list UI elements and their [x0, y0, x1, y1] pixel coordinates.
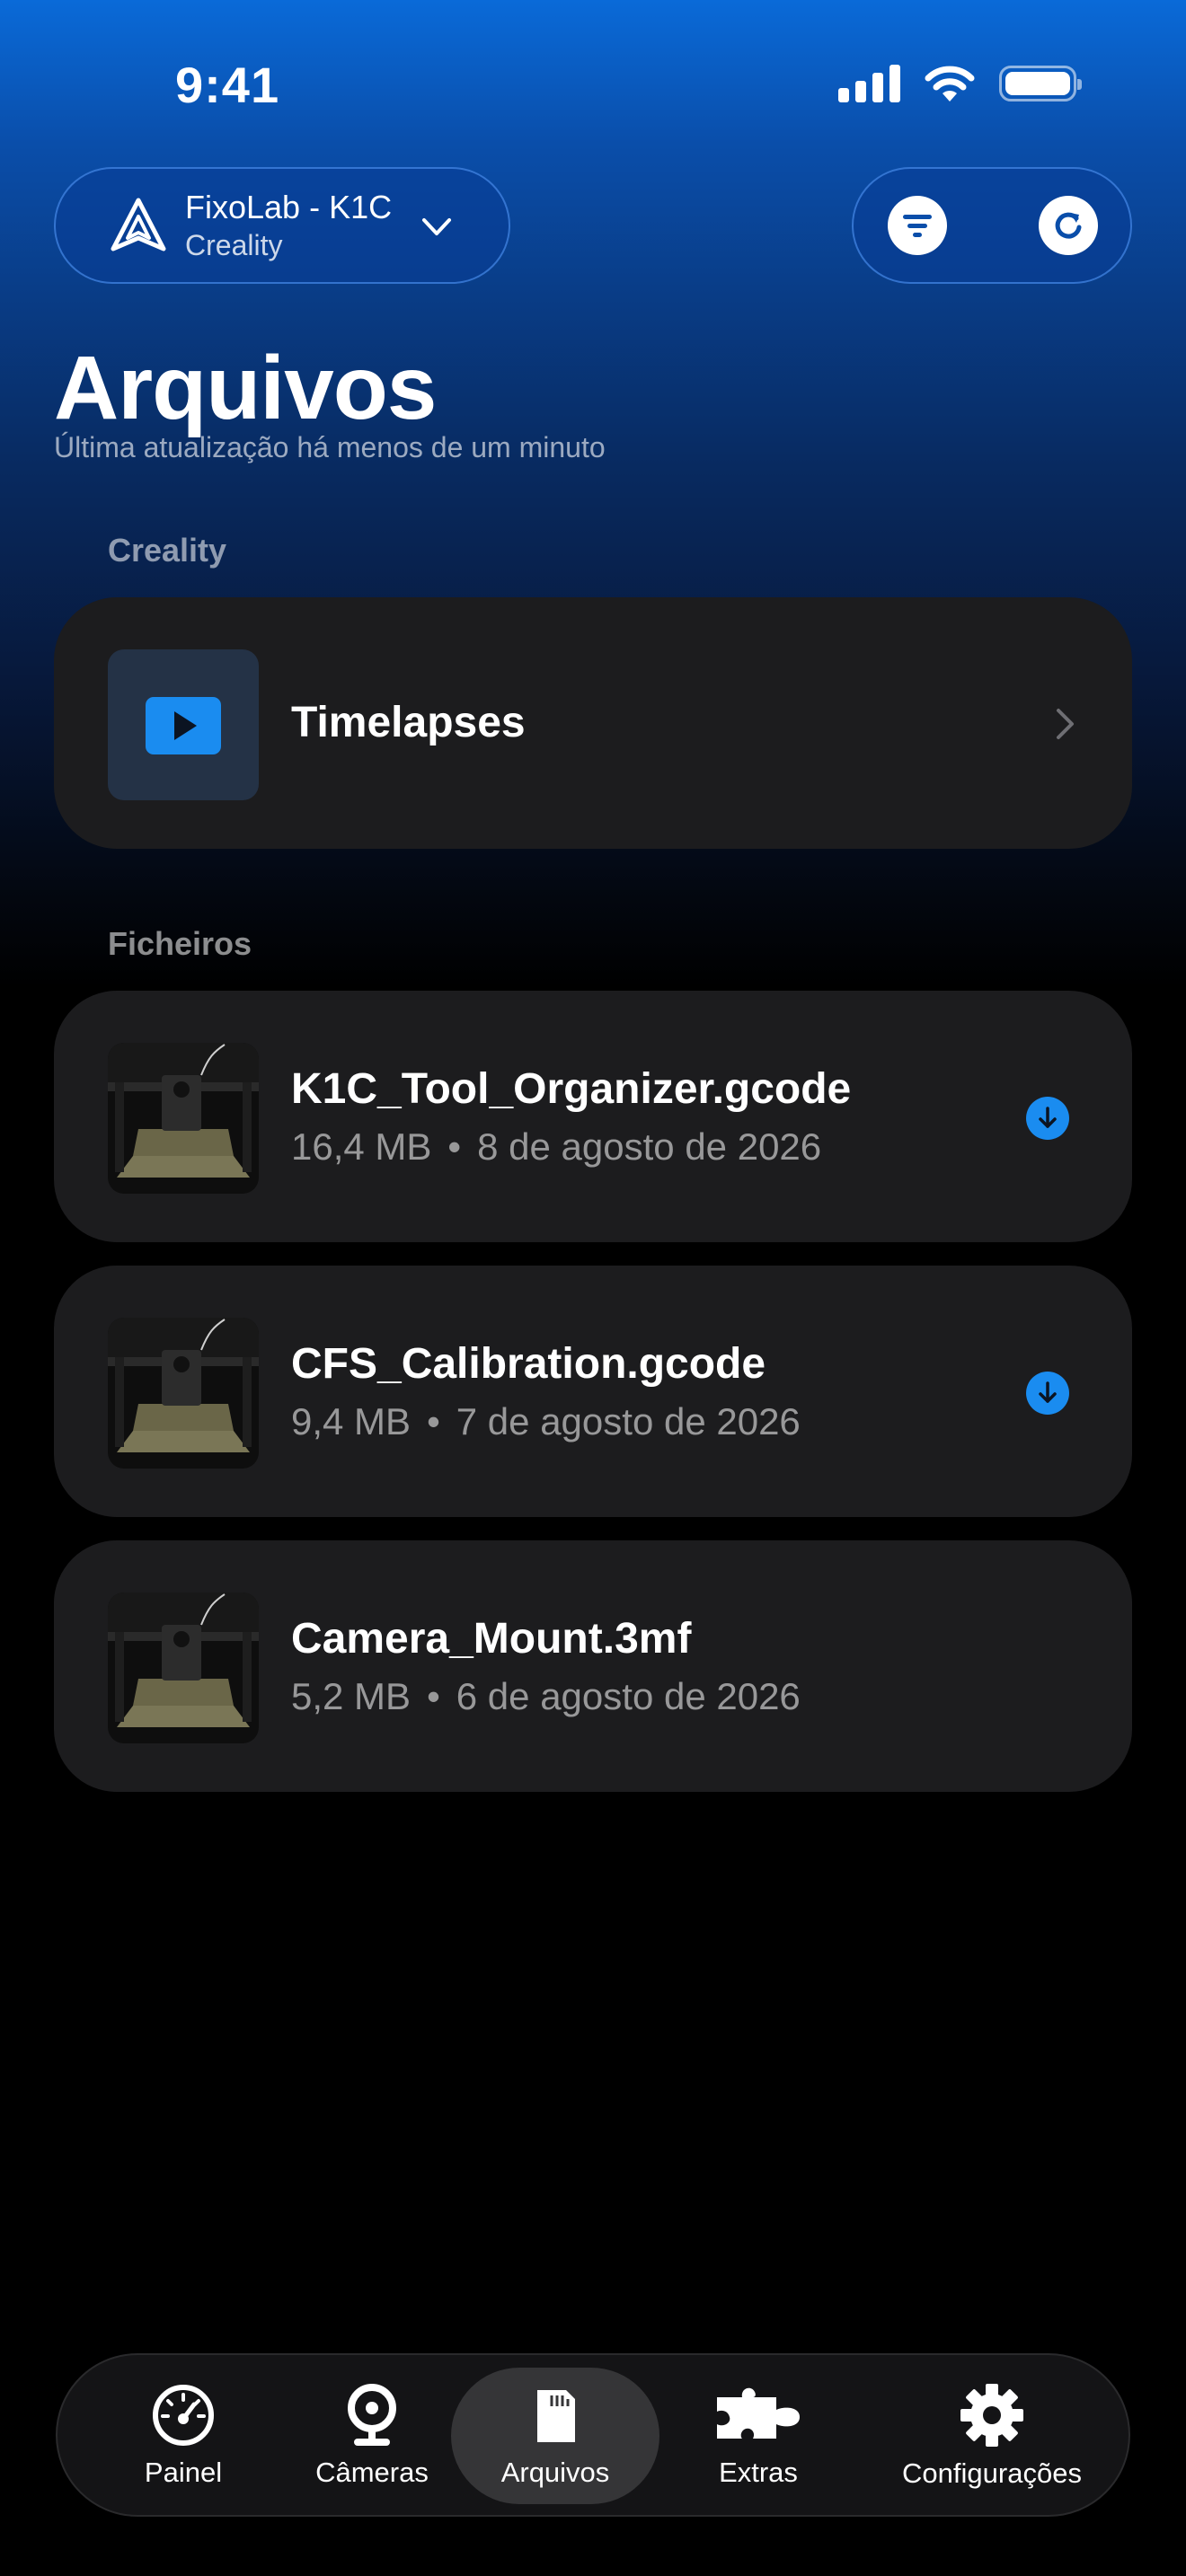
section-label-files: Ficheiros — [108, 925, 252, 962]
file-meta: 16,4 MB • 8 de agosto de 2026 — [291, 1125, 821, 1169]
sd-card-icon — [537, 2390, 575, 2442]
file-thumbnail — [108, 1318, 259, 1469]
printer-name: FixoLab - K1C — [185, 189, 393, 225]
cellular-signal-icon — [838, 65, 900, 102]
download-button[interactable] — [1026, 1372, 1069, 1415]
file-thumbnail — [108, 1043, 259, 1194]
tab-label: Painel — [144, 2457, 223, 2488]
file-row[interactable]: K1C_Tool_Organizer.gcode 16,4 MB • 8 de ago… — [54, 991, 1132, 1242]
status-icons — [838, 65, 1082, 102]
file-thumbnail — [108, 1592, 259, 1743]
file-date: 6 de agosto de 2026 — [456, 1675, 801, 1717]
wifi-icon — [925, 66, 975, 101]
header-actions — [852, 167, 1132, 284]
section-label-creality: Creality — [108, 532, 227, 569]
last-updated-text: Última atualização há menos de um minuto — [54, 431, 606, 463]
gauge-icon — [153, 2385, 214, 2446]
webcam-icon — [348, 2384, 396, 2446]
file-meta: 5,2 MB • 6 de agosto de 2026 — [291, 1675, 801, 1718]
file-size: 16,4 MB — [291, 1125, 432, 1168]
filter-button[interactable] — [888, 196, 947, 255]
puzzle-icon — [717, 2387, 800, 2439]
meta-separator: • — [427, 1400, 440, 1442]
timelapses-row[interactable]: Timelapses — [54, 597, 1132, 849]
refresh-icon — [1055, 212, 1082, 239]
tab-label: Arquivos — [500, 2457, 610, 2488]
filter-icon — [903, 215, 932, 237]
timelapses-label: Timelapses — [291, 699, 526, 746]
printer-selector[interactable]: FixoLab - K1C Creality — [54, 167, 510, 284]
file-name: K1C_Tool_Organizer.gcode — [291, 1065, 852, 1113]
chevron-right-icon — [1057, 709, 1074, 739]
file-meta: 9,4 MB • 7 de agosto de 2026 — [291, 1400, 801, 1443]
file-row[interactable]: Camera_Mount.3mf 5,2 MB • 6 de agosto de 20… — [54, 1540, 1132, 1792]
file-row[interactable]: CFS_Calibration.gcode 9,4 MB • 7 de agosto … — [54, 1266, 1132, 1517]
play-video-icon — [146, 697, 221, 754]
refresh-button[interactable] — [1039, 196, 1098, 255]
file-size: 5,2 MB — [291, 1675, 412, 1717]
meta-separator: • — [427, 1675, 440, 1717]
download-button[interactable] — [1026, 1097, 1069, 1140]
meta-separator: • — [447, 1125, 462, 1168]
gear-icon — [960, 2384, 1023, 2447]
tab-extras[interactable]: Extras — [686, 2368, 830, 2504]
file-name: CFS_Calibration.gcode — [291, 1340, 766, 1388]
printer-brand: Creality — [185, 229, 283, 261]
tab-cameras[interactable]: Câmeras — [300, 2368, 444, 2504]
battery-icon — [999, 66, 1082, 101]
tab-configuracoes[interactable]: Configurações — [875, 2368, 1109, 2504]
page-title: Arquivos — [54, 338, 437, 438]
chevron-down-icon — [422, 218, 451, 235]
tab-painel[interactable]: Painel — [120, 2368, 246, 2504]
tab-label: Configurações — [902, 2457, 1082, 2489]
download-arrow-icon — [1039, 1107, 1057, 1128]
tab-arquivos[interactable]: Arquivos — [451, 2368, 659, 2504]
download-arrow-icon — [1039, 1381, 1057, 1403]
file-size: 9,4 MB — [291, 1400, 412, 1442]
file-date: 7 de agosto de 2026 — [456, 1400, 801, 1442]
tab-label: Câmeras — [315, 2457, 429, 2488]
creality-logo-icon — [111, 198, 166, 251]
file-name: Camera_Mount.3mf — [291, 1615, 692, 1663]
tab-bar: Painel Câmeras Arquivos Extras Configura… — [56, 2353, 1130, 2517]
timelapses-thumbnail — [108, 649, 259, 800]
status-time: 9:41 — [175, 57, 280, 113]
file-date: 8 de agosto de 2026 — [477, 1125, 822, 1168]
tab-label: Extras — [719, 2457, 798, 2488]
